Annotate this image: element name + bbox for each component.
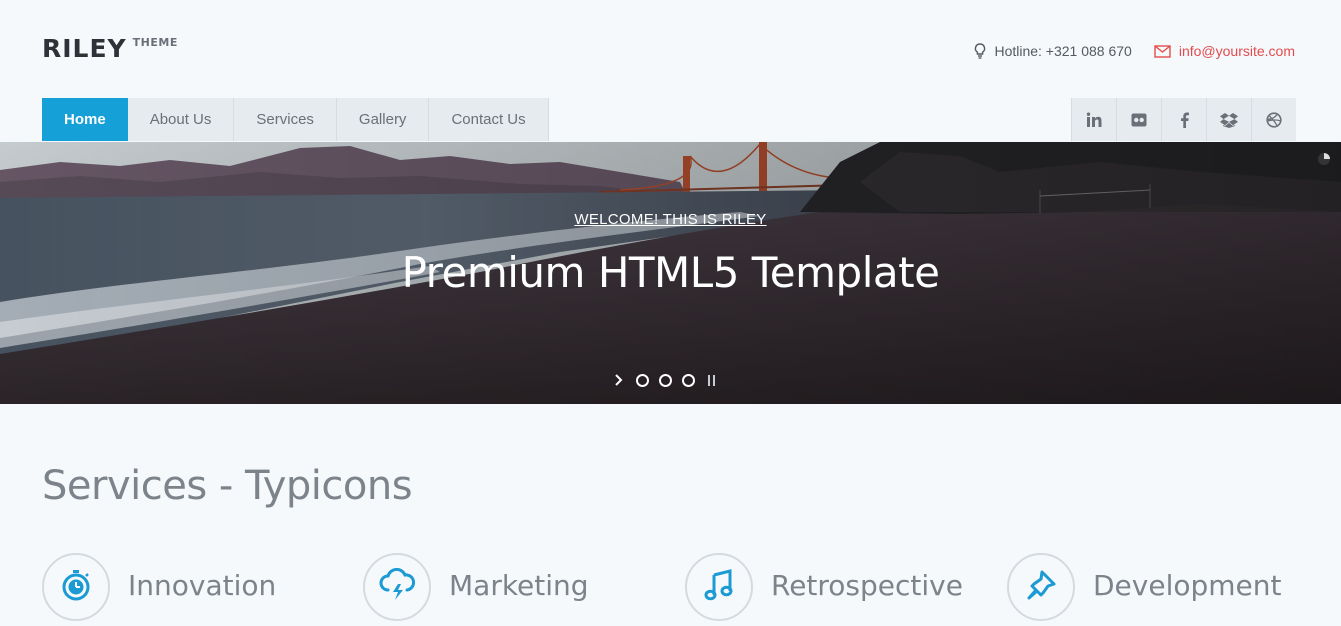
email-link[interactable]: info@yoursite.com [1154, 43, 1295, 59]
hotline: Hotline: +321 088 670 [974, 43, 1132, 59]
nav-item-contact-us[interactable]: Contact Us [429, 98, 549, 141]
logo[interactable]: RILEY THEME [42, 34, 178, 63]
pause-icon[interactable] [707, 374, 717, 387]
dribbble-icon[interactable] [1251, 98, 1296, 141]
service-label: Marketing [449, 569, 589, 602]
hero-title: Premium HTML5 Template [401, 248, 940, 297]
slider-timer-icon [1318, 153, 1330, 165]
nav-item-about-us[interactable]: About Us [127, 98, 235, 141]
stopwatch-icon [58, 567, 94, 608]
service-icon-circle [1007, 553, 1075, 621]
logo-subtitle: THEME [132, 36, 178, 49]
services-title: Services - Typicons [42, 463, 413, 509]
slide-dot-2[interactable] [659, 373, 672, 387]
hero-slider: WELCOME! THIS IS RILEY Premium HTML5 Tem… [0, 142, 1341, 404]
facebook-icon[interactable] [1161, 98, 1206, 141]
music-note-icon [704, 568, 734, 606]
hero-kicker[interactable]: WELCOME! THIS IS RILEY [0, 211, 1341, 228]
logo-name: RILEY [42, 34, 127, 63]
main-nav: Home About Us Services Gallery Contact U… [42, 98, 549, 141]
service-innovation[interactable]: Innovation [42, 553, 276, 621]
service-icon-circle [685, 553, 753, 621]
dropbox-icon[interactable] [1206, 98, 1251, 141]
nav-item-home[interactable]: Home [42, 98, 128, 141]
services-list: Innovation Marketing Retrospective Devel… [42, 553, 1302, 626]
envelope-icon [1154, 44, 1171, 58]
slider-controls [612, 373, 717, 387]
slide-dot-3[interactable] [682, 373, 695, 387]
lightbulb-icon [974, 43, 986, 59]
service-icon-circle [42, 553, 110, 621]
service-development[interactable]: Development [1007, 553, 1282, 621]
slide-dot-1[interactable] [636, 373, 649, 387]
service-retrospective[interactable]: Retrospective [685, 553, 963, 621]
nav-item-services[interactable]: Services [234, 98, 337, 141]
flickr-icon[interactable] [1116, 98, 1161, 141]
hotline-text: Hotline: +321 088 670 [994, 43, 1132, 59]
service-icon-circle [363, 553, 431, 621]
service-label: Retrospective [771, 569, 963, 602]
cloud-storm-icon [378, 567, 416, 607]
social-links [1071, 98, 1296, 141]
service-marketing[interactable]: Marketing [363, 553, 589, 621]
email-text[interactable]: info@yoursite.com [1179, 43, 1295, 59]
next-slide-icon[interactable] [612, 373, 626, 387]
pin-icon [1025, 569, 1057, 606]
linkedin-icon[interactable] [1071, 98, 1116, 141]
header-contact: Hotline: +321 088 670 info@yoursite.com [974, 43, 1295, 59]
nav-item-gallery[interactable]: Gallery [336, 98, 430, 141]
service-label: Development [1093, 569, 1282, 602]
service-label: Innovation [128, 569, 277, 602]
